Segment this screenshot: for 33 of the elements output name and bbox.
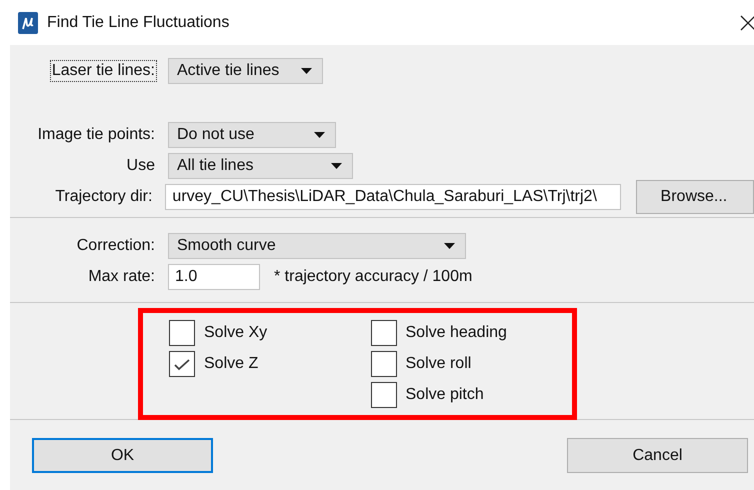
- rate-input-field[interactable]: 1.0: [168, 264, 260, 290]
- checkbox[interactable]: [370, 350, 396, 376]
- dropdown-arrow-icon: [301, 68, 312, 74]
- browse-button[interactable]: Browse...: [636, 180, 754, 214]
- dropdown[interactable]: All tie lines: [168, 152, 353, 178]
- checkbox-label: Solve Z: [204, 354, 258, 372]
- field-label: Image tie points:: [36, 124, 156, 144]
- checkbox-label: Solve heading: [406, 324, 507, 342]
- checkbox[interactable]: [169, 320, 195, 346]
- close-icon[interactable]: [740, 15, 754, 31]
- dialog-button[interactable]: OK: [32, 438, 213, 473]
- checkbox[interactable]: [370, 320, 396, 346]
- dropdown[interactable]: Smooth curve: [168, 232, 466, 258]
- unit-note: * trajectory accuracy / 100m: [274, 268, 472, 286]
- dropdown[interactable]: Do not use: [168, 122, 336, 148]
- field-label: Use: [126, 156, 156, 176]
- dialog-button[interactable]: Cancel: [567, 438, 748, 473]
- field-label: Trajectory dir:: [54, 186, 154, 206]
- field-label: Correction:: [76, 236, 156, 256]
- checkbox[interactable]: [370, 382, 396, 408]
- dropdown-arrow-icon: [314, 132, 325, 138]
- app-logo-icon: [18, 12, 38, 34]
- field-label: Laser tie lines:: [50, 60, 157, 82]
- window-title: Find Tie Line Fluctuations: [47, 14, 230, 32]
- checkbox[interactable]: [169, 350, 195, 376]
- field-label: Max rate:: [87, 266, 156, 286]
- dropdown[interactable]: Active tie lines: [168, 58, 323, 84]
- checkbox-label: Solve pitch: [406, 386, 484, 404]
- checkbox-label: Solve Xy: [204, 324, 268, 342]
- dropdown-arrow-icon: [331, 162, 342, 168]
- checkbox-label: Solve roll: [406, 354, 472, 372]
- dropdown-arrow-icon: [444, 242, 455, 248]
- path-input-field[interactable]: urvey_CU\Thesis\LiDAR_Data\Chula_Saraburi_LAS\Trj\trj2\: [165, 184, 621, 210]
